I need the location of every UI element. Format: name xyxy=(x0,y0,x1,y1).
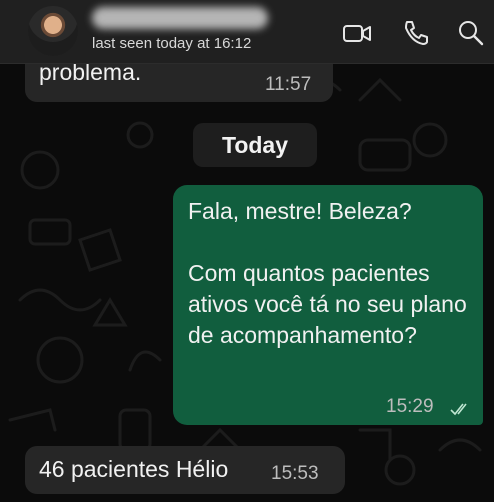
message-text: Fala, mestre! Beleza? Com quantos pacien… xyxy=(188,198,467,348)
search-button[interactable] xyxy=(456,18,486,48)
message-time: 11:57 xyxy=(265,74,312,95)
message-time: 15:53 xyxy=(271,463,319,484)
read-receipt-icon xyxy=(450,403,467,416)
date-separator: Today xyxy=(193,123,317,167)
video-camera-icon xyxy=(343,25,371,42)
contact-name-blurred[interactable] xyxy=(92,7,268,29)
phone-icon xyxy=(405,21,428,45)
last-seen-status: last seen today at 16:12 xyxy=(92,35,252,52)
message-outgoing[interactable]: Fala, mestre! Beleza? Com quantos pacien… xyxy=(173,185,483,425)
message-text: 46 pacientes Hélio xyxy=(39,456,229,482)
search-icon xyxy=(459,21,484,46)
voice-call-button[interactable] xyxy=(400,18,430,48)
message-incoming[interactable]: 46 pacientes Hélio 15:53 xyxy=(25,446,345,494)
message-time: 15:29 xyxy=(386,396,434,417)
contact-avatar[interactable] xyxy=(28,6,78,56)
video-call-button[interactable] xyxy=(342,18,372,48)
